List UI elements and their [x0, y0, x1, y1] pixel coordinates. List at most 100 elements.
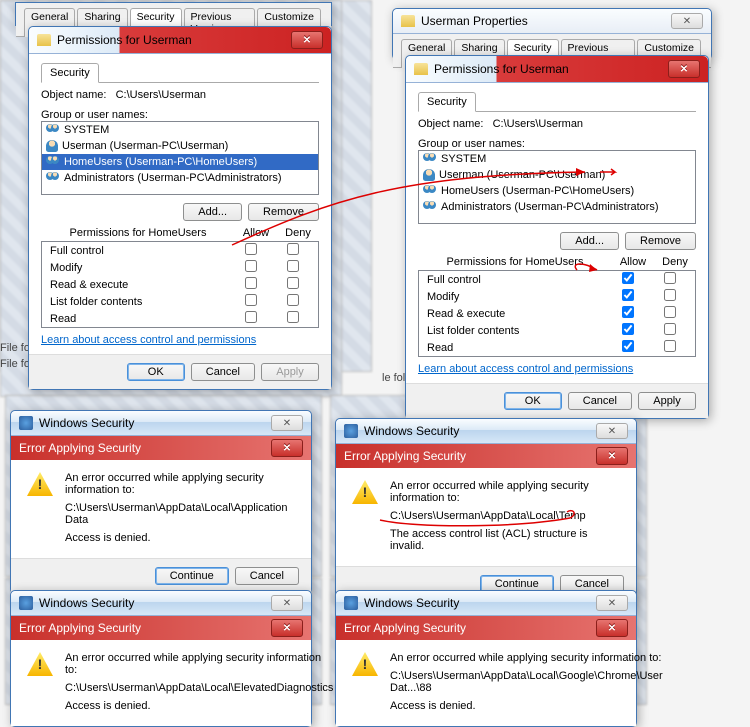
user-icon — [423, 169, 435, 181]
allow-check[interactable] — [622, 340, 634, 352]
object-path: C:\Users\Userman — [493, 118, 583, 130]
object-name-label: Object name: — [41, 89, 106, 101]
cancel-button[interactable]: Cancel — [235, 567, 299, 585]
error-message: The access control list (ACL) structure … — [390, 528, 620, 552]
list-item-selected: HomeUsers (Userman-PC\HomeUsers) — [42, 154, 318, 170]
group-icon — [423, 153, 437, 165]
deny-check[interactable] — [664, 323, 676, 335]
allow-check[interactable] — [245, 294, 257, 306]
deny-check[interactable] — [287, 260, 299, 272]
folder-icon — [401, 15, 415, 27]
deny-check[interactable] — [287, 294, 299, 306]
dialog-titlebar: Windows Security ✕ — [11, 591, 311, 616]
allow-check[interactable] — [622, 272, 634, 284]
shield-icon — [19, 416, 33, 430]
dialog-titlebar: Userman Properties ✕ — [393, 9, 711, 34]
ok-button[interactable]: OK — [127, 363, 185, 381]
learn-link[interactable]: Learn about access control and permissio… — [41, 334, 256, 346]
deny-check[interactable] — [287, 243, 299, 255]
error-intro: An error occurred while applying securit… — [65, 472, 295, 496]
cancel-button[interactable]: Cancel — [568, 392, 632, 410]
allow-check[interactable] — [245, 311, 257, 323]
deny-check[interactable] — [664, 272, 676, 284]
allow-header: Allow — [612, 256, 654, 268]
warning-icon — [352, 480, 378, 504]
perm-for-label: Permissions for HomeUsers — [418, 256, 612, 268]
dialog-titlebar: Permissions for Userman ✕ — [406, 56, 708, 83]
close-button[interactable]: ✕ — [671, 13, 703, 29]
error-path: C:\Users\Userman\AppData\Local\ElevatedD… — [65, 682, 333, 694]
error-message: Access is denied. — [390, 700, 663, 712]
close-button[interactable]: ✕ — [668, 60, 700, 78]
dialog-title: Windows Security — [39, 596, 134, 610]
allow-check[interactable] — [622, 289, 634, 301]
error-title: Error Applying Security — [344, 621, 466, 635]
allow-check[interactable] — [245, 260, 257, 272]
object-path: C:\Users\Userman — [116, 89, 206, 101]
shield-icon — [19, 596, 33, 610]
close-button[interactable]: ✕ — [291, 31, 323, 49]
close-button[interactable]: ✕ — [271, 439, 303, 457]
allow-check[interactable] — [245, 277, 257, 289]
permissions-dialog-left: Permissions for Userman ✕ Security Objec… — [28, 26, 332, 390]
allow-check[interactable] — [622, 306, 634, 318]
shield-icon — [344, 596, 358, 610]
error-message: Access is denied. — [65, 700, 333, 712]
deny-check[interactable] — [664, 340, 676, 352]
close-button[interactable]: ✕ — [271, 595, 303, 611]
deny-check[interactable] — [287, 277, 299, 289]
error-intro: An error occurred while applying securit… — [65, 652, 333, 676]
tab-security-inner[interactable]: Security — [418, 92, 476, 112]
group-icon — [423, 185, 437, 197]
dialog-title: Windows Security — [364, 596, 459, 610]
continue-button[interactable]: Continue — [155, 567, 229, 585]
group-list[interactable]: SYSTEM Userman (Userman-PC\Userman) Home… — [41, 121, 319, 195]
allow-check[interactable] — [622, 323, 634, 335]
list-item: Administrators (Userman-PC\Administrator… — [42, 170, 318, 186]
permissions-grid: Full control Modify Read & execute List … — [41, 241, 319, 328]
close-button[interactable]: ✕ — [596, 447, 628, 465]
deny-check[interactable] — [287, 311, 299, 323]
remove-button[interactable]: Remove — [248, 203, 319, 221]
cancel-button[interactable]: Cancel — [191, 363, 255, 381]
close-button[interactable]: ✕ — [271, 415, 303, 431]
group-label: Group or user names: — [418, 138, 696, 150]
warning-icon — [352, 652, 378, 676]
close-button[interactable]: ✕ — [596, 423, 628, 439]
add-button[interactable]: Add... — [560, 232, 619, 250]
error-intro: An error occurred while applying securit… — [390, 652, 663, 664]
apply-button[interactable]: Apply — [638, 392, 696, 410]
allow-check[interactable] — [245, 243, 257, 255]
learn-link[interactable]: Learn about access control and permissio… — [418, 363, 633, 375]
ok-button[interactable]: OK — [504, 392, 562, 410]
add-button[interactable]: Add... — [183, 203, 242, 221]
group-icon — [46, 124, 60, 136]
group-icon — [46, 156, 60, 168]
apply-button[interactable]: Apply — [261, 363, 319, 381]
close-button[interactable]: ✕ — [596, 619, 628, 637]
close-button[interactable]: ✕ — [596, 595, 628, 611]
deny-check[interactable] — [664, 289, 676, 301]
folder-icon — [414, 63, 428, 75]
list-item: Userman (Userman-PC\Userman) — [419, 167, 695, 183]
error-title: Error Applying Security — [19, 441, 141, 455]
group-icon — [46, 172, 60, 184]
list-item: Userman (Userman-PC\Userman) — [42, 138, 318, 154]
remove-button[interactable]: Remove — [625, 232, 696, 250]
error-intro: An error occurred while applying securit… — [390, 480, 620, 504]
dialog-title: Permissions for Userman — [57, 33, 192, 47]
dialog-title: Userman Properties — [421, 14, 528, 28]
close-button[interactable]: ✕ — [271, 619, 303, 637]
dialog-titlebar: Windows Security ✕ — [336, 591, 636, 616]
list-item: SYSTEM — [42, 122, 318, 138]
windows-security-dialog-4: Windows Security ✕ Error Applying Securi… — [335, 590, 637, 727]
tab-security-inner[interactable]: Security — [41, 63, 99, 83]
shield-icon — [344, 424, 358, 438]
group-list[interactable]: SYSTEM Userman (Userman-PC\Userman) Home… — [418, 150, 696, 224]
group-label: Group or user names: — [41, 109, 319, 121]
list-item: SYSTEM — [419, 151, 695, 167]
dialog-titlebar: Windows Security ✕ — [336, 419, 636, 444]
error-title: Error Applying Security — [19, 621, 141, 635]
deny-check[interactable] — [664, 306, 676, 318]
list-item: HomeUsers (Userman-PC\HomeUsers) — [419, 183, 695, 199]
